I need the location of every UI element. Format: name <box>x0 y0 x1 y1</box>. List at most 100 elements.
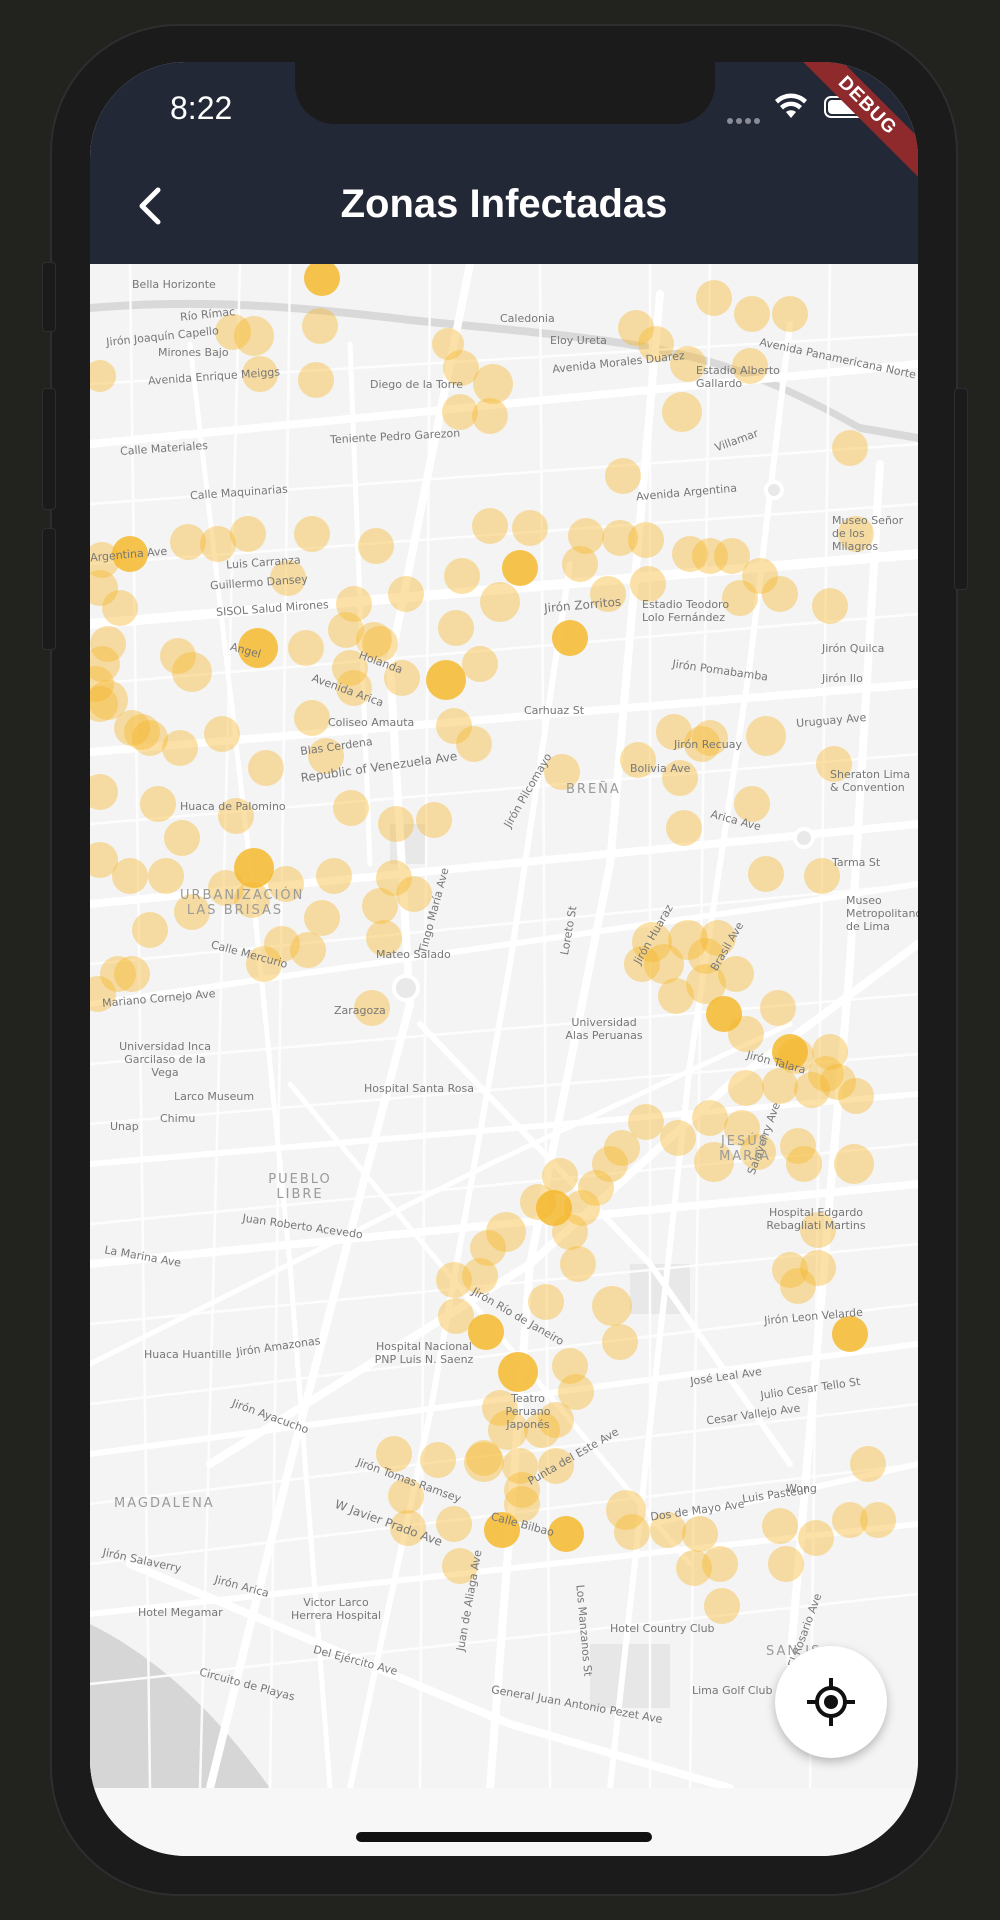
infection-marker[interactable] <box>668 920 708 960</box>
infection-marker[interactable] <box>734 296 770 332</box>
infection-marker[interactable] <box>704 1588 740 1624</box>
infection-marker[interactable] <box>148 858 184 894</box>
infection-marker[interactable] <box>498 1352 538 1392</box>
infection-marker[interactable] <box>333 790 369 826</box>
infection-marker[interactable] <box>760 990 796 1026</box>
infection-marker[interactable] <box>464 1442 504 1482</box>
infection-marker[interactable] <box>432 328 464 360</box>
infection-marker[interactable] <box>462 646 498 682</box>
infection-marker[interactable] <box>602 1324 638 1360</box>
infection-marker[interactable] <box>472 508 508 544</box>
infection-marker[interactable] <box>682 1516 718 1552</box>
infection-marker[interactable] <box>860 1502 896 1538</box>
infection-marker[interactable] <box>662 392 702 432</box>
map-label: Chimu <box>160 1112 196 1125</box>
infection-marker[interactable] <box>606 1490 646 1530</box>
infection-marker[interactable] <box>426 660 466 700</box>
map-label: Caledonia <box>500 312 555 325</box>
infection-marker[interactable] <box>832 430 868 466</box>
infection-marker[interactable] <box>768 1546 804 1582</box>
infection-marker[interactable] <box>666 810 702 846</box>
infection-marker[interactable] <box>832 1316 868 1352</box>
infection-marker[interactable] <box>376 860 412 896</box>
infection-marker[interactable] <box>780 1268 816 1304</box>
my-location-button[interactable] <box>775 1646 887 1758</box>
infection-marker[interactable] <box>746 716 786 756</box>
infection-marker[interactable] <box>160 638 196 674</box>
map-label: Hotel Country Club <box>610 1622 715 1635</box>
infection-marker[interactable] <box>528 1284 564 1320</box>
infection-marker[interactable] <box>696 280 732 316</box>
infection-marker[interactable] <box>132 912 168 948</box>
infection-marker[interactable] <box>502 550 538 586</box>
map-label: Lima Golf Club <box>692 1684 773 1697</box>
infection-marker[interactable] <box>520 1184 556 1220</box>
infection-marker[interactable] <box>772 296 808 332</box>
infection-marker[interactable] <box>748 856 784 892</box>
infection-marker[interactable] <box>294 516 330 552</box>
app-bar: 8:22 DEBUG Zonas Infectadas <box>90 62 918 264</box>
infection-marker[interactable] <box>420 1442 456 1478</box>
infection-marker[interactable] <box>562 546 598 582</box>
home-indicator[interactable] <box>356 1832 652 1842</box>
infection-marker[interactable] <box>762 1508 798 1544</box>
infection-marker[interactable] <box>812 588 848 624</box>
infection-marker[interactable] <box>850 1446 886 1482</box>
infection-marker[interactable] <box>302 308 338 344</box>
infection-marker[interactable] <box>294 700 330 736</box>
infection-marker[interactable] <box>628 522 664 558</box>
infection-marker[interactable] <box>388 576 424 612</box>
infection-marker[interactable] <box>660 1120 696 1156</box>
infection-marker[interactable] <box>798 1520 834 1556</box>
map-label: Diego de la Torre <box>370 378 464 391</box>
infection-marker[interactable] <box>230 516 266 552</box>
infection-marker[interactable] <box>114 956 150 992</box>
infection-marker[interactable] <box>676 1550 712 1586</box>
infection-marker[interactable] <box>164 820 200 856</box>
map-label: Huaca de Palomino <box>180 800 286 813</box>
infection-marker[interactable] <box>298 362 334 398</box>
infection-marker[interactable] <box>438 610 474 646</box>
infection-marker[interactable] <box>786 1146 822 1182</box>
infection-marker[interactable] <box>444 558 480 594</box>
infection-marker[interactable] <box>416 802 452 838</box>
infection-marker[interactable] <box>592 1286 632 1326</box>
infection-marker[interactable] <box>728 1070 764 1106</box>
infection-marker[interactable] <box>140 786 176 822</box>
map-label: Universidad Inca Garcilaso de la Vega <box>119 1040 211 1079</box>
infection-marker[interactable] <box>605 458 641 494</box>
infection-marker[interactable] <box>248 750 284 786</box>
infection-marker[interactable] <box>560 1246 596 1282</box>
infection-marker[interactable] <box>442 394 478 430</box>
infection-marker[interactable] <box>480 582 520 622</box>
infection-marker[interactable] <box>630 566 666 602</box>
infection-marker[interactable] <box>552 1214 588 1250</box>
infection-marker[interactable] <box>112 858 148 894</box>
infection-marker[interactable] <box>512 510 548 546</box>
infection-marker[interactable] <box>728 1016 764 1052</box>
infection-marker[interactable] <box>204 716 240 752</box>
infection-marker[interactable] <box>162 730 198 766</box>
infection-marker[interactable] <box>316 858 352 894</box>
infection-marker[interactable] <box>762 576 798 612</box>
infection-marker[interactable] <box>834 1144 874 1184</box>
infection-marker[interactable] <box>304 900 340 936</box>
infection-marker[interactable] <box>552 620 588 656</box>
infection-marker[interactable] <box>456 726 492 762</box>
infection-marker[interactable] <box>288 630 324 666</box>
infection-marker[interactable] <box>358 528 394 564</box>
infection-marker[interactable] <box>336 586 372 622</box>
map-label: Jirón Quilca <box>822 642 885 655</box>
infection-marker[interactable] <box>838 1078 874 1114</box>
infection-marker[interactable] <box>90 360 116 392</box>
infection-marker[interactable] <box>90 774 118 810</box>
infection-marker[interactable] <box>378 806 414 842</box>
infection-marker[interactable] <box>473 364 513 404</box>
map-label: Sheraton Lima & Convention <box>830 768 911 794</box>
map-view[interactable]: Bella Horizonte Río Rímac Jirón Joaquín … <box>90 264 918 1788</box>
infection-marker[interactable] <box>436 1262 472 1298</box>
infection-marker[interactable] <box>692 1100 728 1136</box>
infection-marker[interactable] <box>90 626 126 662</box>
infection-marker[interactable] <box>304 264 340 296</box>
notch <box>295 62 715 124</box>
